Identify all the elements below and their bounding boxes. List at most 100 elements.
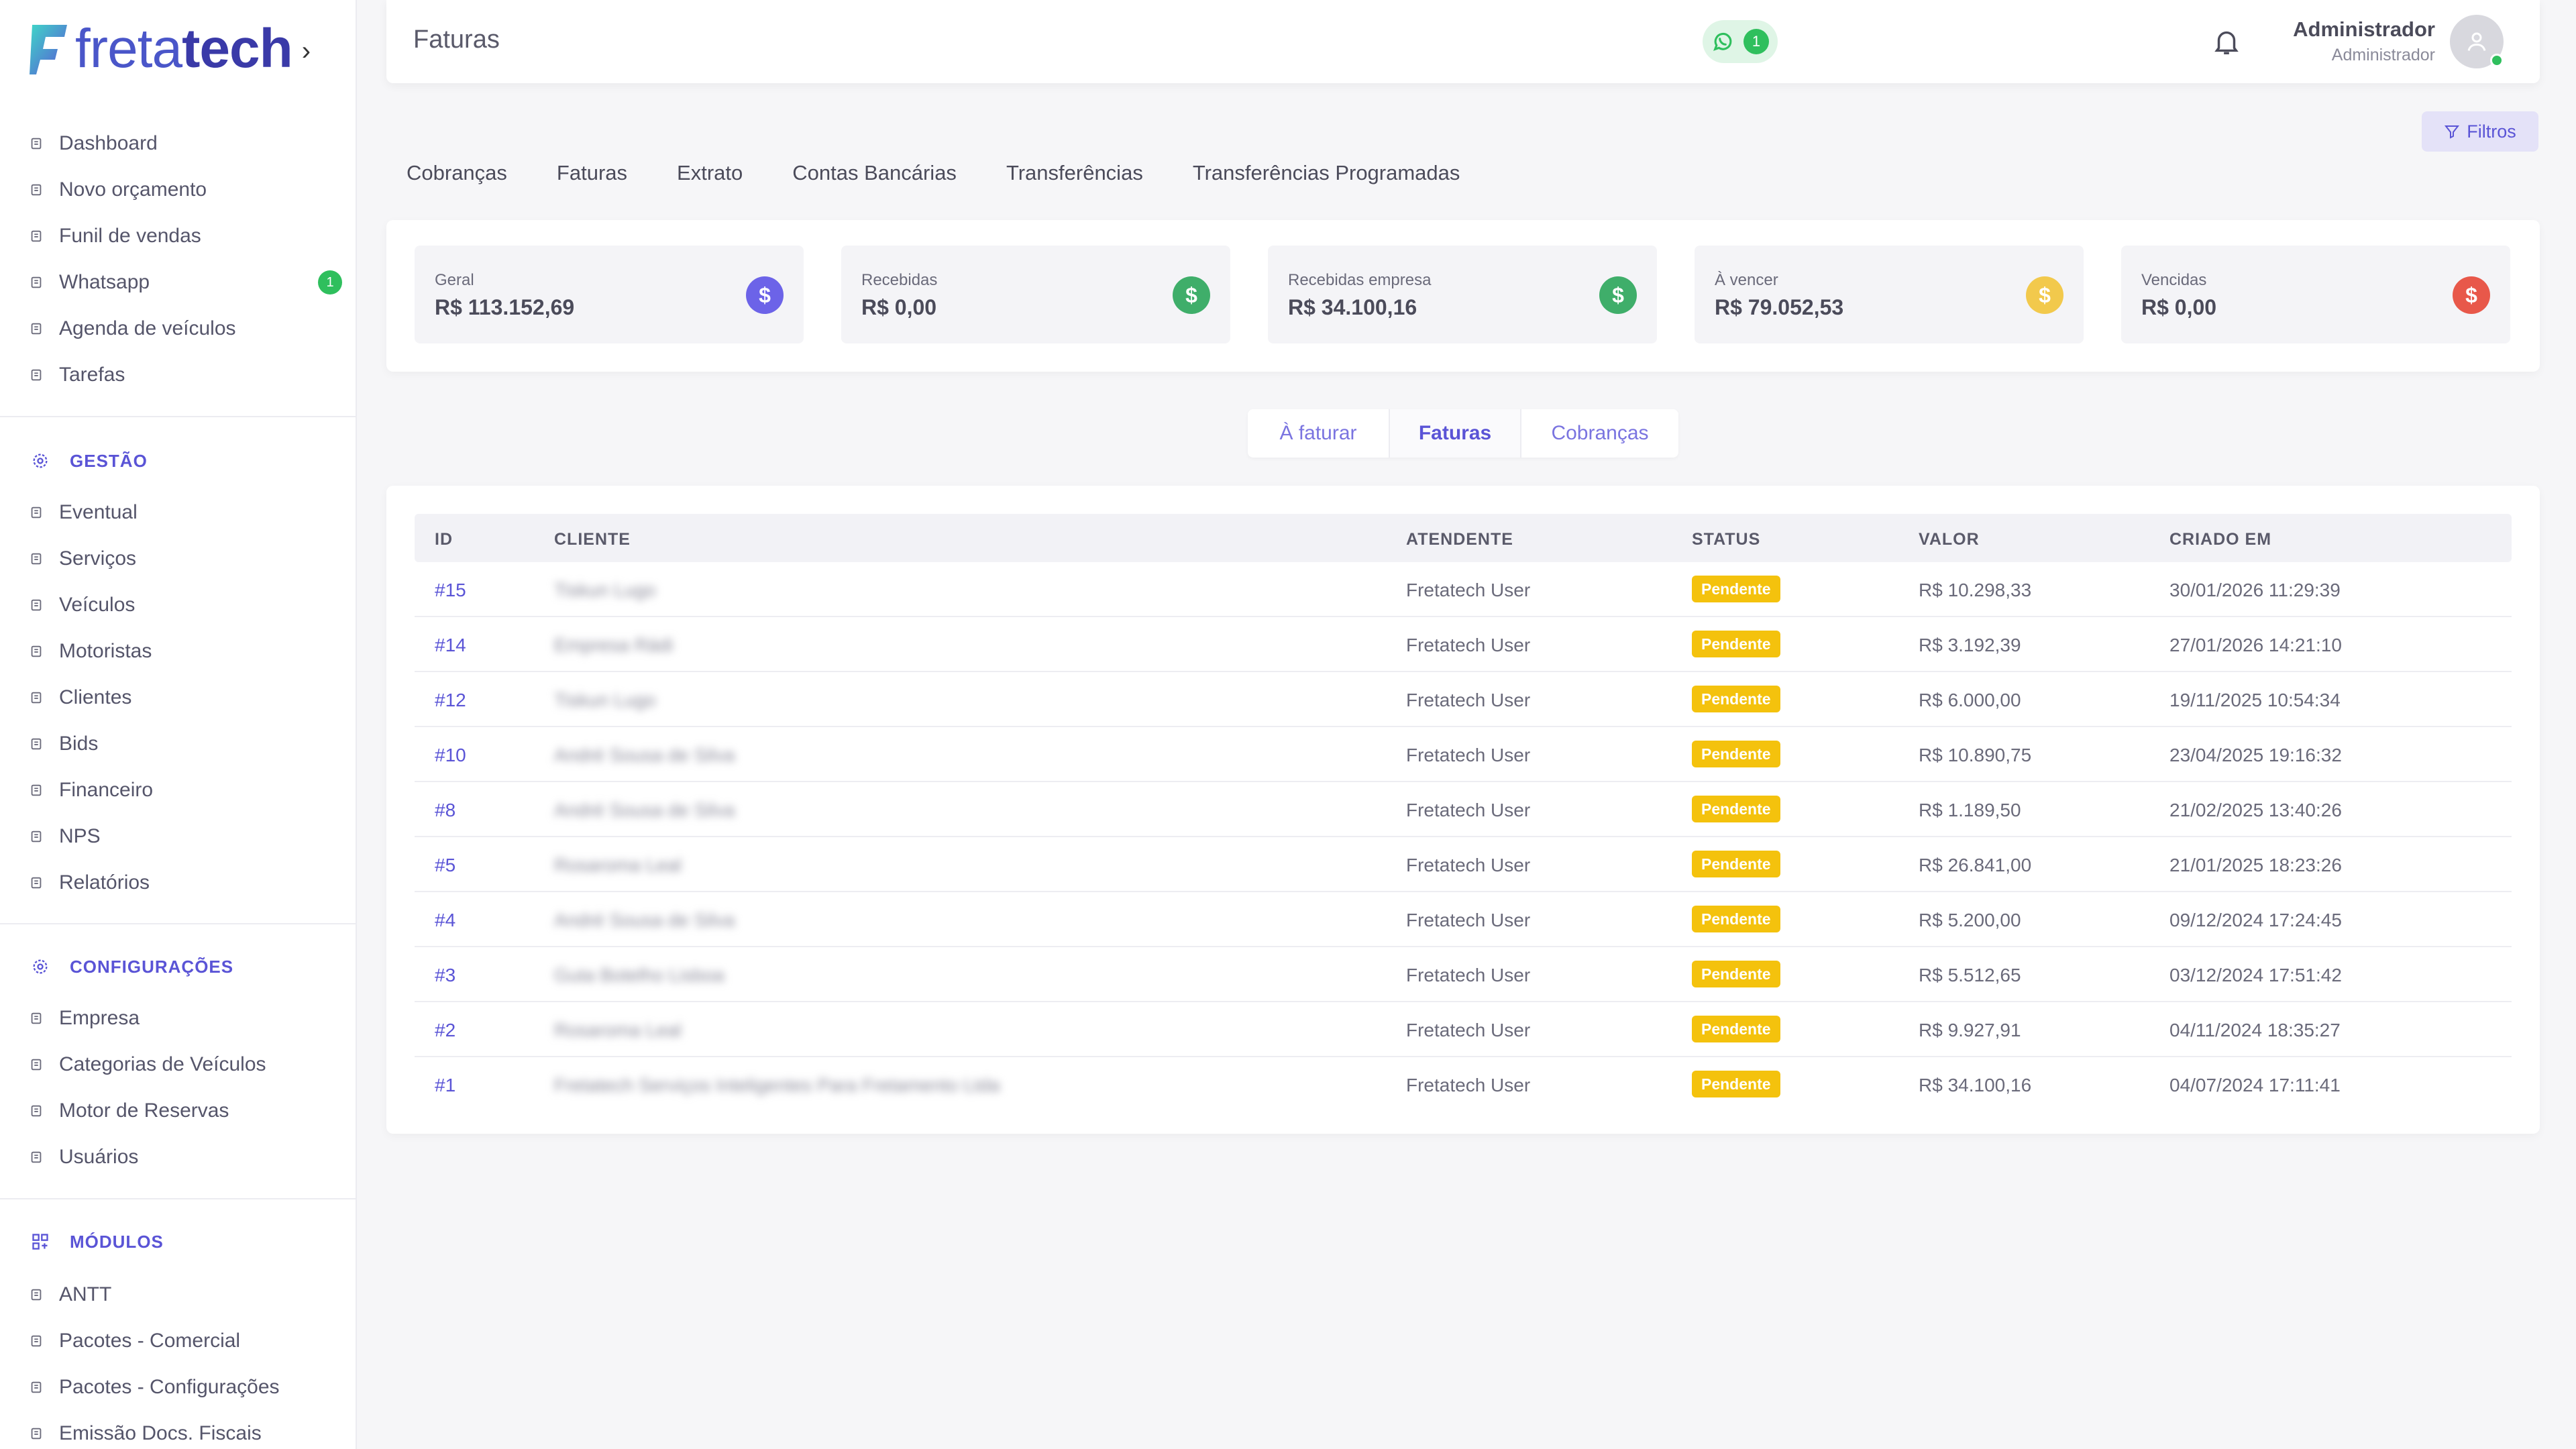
segment--faturar[interactable]: À faturar — [1248, 409, 1390, 458]
top-bar: Faturas 1 Administrador Administrador — [386, 0, 2540, 83]
invoice-value: R$ 10.298,33 — [1919, 580, 2032, 600]
column-header-cliente[interactable]: CLIENTE — [554, 530, 631, 549]
triangle-icon — [27, 1285, 46, 1304]
bell-icon[interactable] — [2211, 25, 2242, 58]
sidebar-item-antt[interactable]: ANTT — [27, 1276, 342, 1313]
sidebar-item-financeiro[interactable]: Financeiro — [27, 771, 342, 809]
user-menu[interactable]: Administrador Administrador — [2293, 17, 2435, 65]
invoice-id-link[interactable]: #1 — [435, 1075, 455, 1096]
sidebar-item-label: Relatórios — [59, 871, 150, 894]
invoice-value: R$ 5.200,00 — [1919, 910, 2021, 930]
created-at: 04/07/2024 17:11:41 — [2169, 1075, 2341, 1095]
invoice-id-link[interactable]: #8 — [435, 800, 455, 821]
segment-faturas[interactable]: Faturas — [1390, 409, 1521, 458]
tab-contas-banc-rias[interactable]: Contas Bancárias — [792, 161, 957, 185]
invoice-id-link[interactable]: #10 — [435, 745, 466, 766]
user-icon — [2467, 32, 2486, 51]
status-badge: Pendente — [1692, 1071, 1780, 1097]
dollar-icon: $ — [1599, 276, 1637, 314]
sidebar-item-empresa[interactable]: Empresa — [27, 1000, 342, 1037]
sidebar-item-agenda-de-ve-culos[interactable]: Agenda de veículos — [27, 310, 342, 347]
status-badge: Pendente — [1692, 686, 1780, 712]
sidebar-item-tarefas[interactable]: Tarefas — [27, 356, 342, 394]
column-header-criado-em[interactable]: CRIADO EM — [2169, 530, 2271, 549]
finance-tabs: Cobranças Faturas Extrato Contas Bancárias T… — [407, 161, 1509, 185]
sidebar-item-pacotes-configura-es[interactable]: Pacotes - Configurações — [27, 1368, 342, 1406]
sidebar-divider — [0, 923, 357, 924]
sidebar-item-servi-os[interactable]: Serviços — [27, 540, 342, 578]
sidebar-item-label: Serviços — [59, 547, 137, 570]
table-row[interactable]: #3 Guta Botelho Lisboa Fretatech User Pende… — [415, 947, 2512, 1002]
column-header-atendente[interactable]: ATENDENTE — [1406, 530, 1513, 549]
sidebar-item-novo-or-amento[interactable]: Novo orçamento — [27, 171, 342, 209]
sidebar-item-label: Clientes — [59, 686, 132, 708]
sidebar-item-ve-culos[interactable]: Veículos — [27, 586, 342, 624]
tab-cobran-as[interactable]: Cobranças — [407, 161, 507, 185]
filter-icon — [2445, 125, 2460, 139]
table-row[interactable]: #12 Tiskun Lugo Fretatech User Pendente R$ 6… — [415, 672, 2512, 727]
whatsapp-notifications-button[interactable]: 1 — [1703, 20, 1778, 63]
table-row[interactable]: #1 Fretatech Serviços Inteligentes Para F… — [415, 1057, 2512, 1112]
sidebar-item-whatsapp[interactable]: Whatsapp 1 — [27, 264, 342, 301]
sidebar-divider — [0, 416, 357, 417]
sidebar-item-nps[interactable]: NPS — [27, 818, 342, 855]
created-at: 04/11/2024 18:35:27 — [2169, 1020, 2341, 1040]
invoice-id-link[interactable]: #3 — [435, 965, 455, 986]
sidebar-item-motoristas[interactable]: Motoristas — [27, 633, 342, 670]
sidebar-item-label: Funil de vendas — [59, 225, 201, 247]
package-icon — [27, 1332, 46, 1350]
sidebar-item-label: Dashboard — [59, 132, 158, 154]
column-header-id[interactable]: ID — [435, 530, 453, 549]
sidebar-item-clientes[interactable]: Clientes — [27, 679, 342, 716]
table-row[interactable]: #10 André Sousa de Silva Fretatech User Pen… — [415, 727, 2512, 782]
tab-faturas[interactable]: Faturas — [557, 161, 627, 185]
sidebar-item-pacotes-comercial[interactable]: Pacotes - Comercial — [27, 1322, 342, 1360]
tab-extrato[interactable]: Extrato — [677, 161, 743, 185]
avatar[interactable] — [2450, 15, 2504, 68]
section-gestao: GESTÃO — [30, 444, 148, 478]
sidebar-item-label: Financeiro — [59, 779, 154, 801]
tab-transfer-ncias[interactable]: Transferências — [1006, 161, 1143, 185]
sidebar-item-emiss-o-docs-fiscais[interactable]: Emissão Docs. Fiscais — [27, 1415, 342, 1449]
sidebar-item-dashboard[interactable]: Dashboard — [27, 125, 342, 162]
sidebar-item-funil-de-vendas[interactable]: Funil de vendas — [27, 217, 342, 255]
table-row[interactable]: #14 Empresa Rádi Fretatech User Pendente R$ … — [415, 617, 2512, 672]
table-row[interactable]: #5 Rosaroma Leal Fretatech User Pendente R$ … — [415, 837, 2512, 892]
dollar-icon: $ — [2453, 276, 2490, 314]
sidebar-item-categorias-de-ve-culos[interactable]: Categorias de Veículos — [27, 1046, 342, 1083]
chevron-right-icon[interactable]: › — [302, 36, 311, 66]
sidebar-item-label: Pacotes - Comercial — [59, 1330, 241, 1352]
invoice-value: R$ 34.100,16 — [1919, 1075, 2032, 1095]
dollar-icon: $ — [1173, 276, 1210, 314]
home-icon — [27, 134, 46, 153]
invoice-id-link[interactable]: #2 — [435, 1020, 455, 1041]
brand-logo[interactable]: fretatech › — [28, 19, 311, 79]
invoice-id-link[interactable]: #4 — [435, 910, 455, 931]
sidebar-item-bids[interactable]: Bids — [27, 725, 342, 763]
sidebar-item-usu-rios[interactable]: Usuários — [27, 1138, 342, 1176]
segment-cobran-as[interactable]: Cobranças — [1521, 409, 1678, 458]
table-icon — [27, 1102, 46, 1120]
table-row[interactable]: #8 André Sousa de Silva Fretatech User Pend… — [415, 782, 2512, 837]
invoice-id-link[interactable]: #15 — [435, 580, 466, 601]
client-name: Guta Botelho Lisboa — [554, 965, 724, 985]
column-header-status[interactable]: STATUS — [1692, 530, 1760, 549]
table-row[interactable]: #15 Tiskun Lugo Fretatech User Pendente R$ 1… — [415, 562, 2512, 617]
sidebar-item-relat-rios[interactable]: Relatórios — [27, 864, 342, 902]
sidebar-item-label: Novo orçamento — [59, 178, 207, 201]
invoice-id-link[interactable]: #14 — [435, 635, 466, 656]
section-configuracoes: CONFIGURAÇÕES — [30, 950, 233, 983]
invoice-id-link[interactable]: #5 — [435, 855, 455, 876]
summary-card-label: À vencer — [1715, 271, 1778, 289]
receipt-icon — [27, 1424, 46, 1443]
tab-transfer-ncias-programadas[interactable]: Transferências Programadas — [1193, 161, 1460, 185]
table-row[interactable]: #2 Rosaroma Leal Fretatech User Pendente R$ … — [415, 1002, 2512, 1057]
sidebar-item-eventual[interactable]: Eventual — [27, 494, 342, 531]
sidebar-item-motor-de-reservas[interactable]: Motor de Reservas — [27, 1092, 342, 1130]
column-header-valor[interactable]: VALOR — [1919, 530, 1980, 549]
table-row[interactable]: #4 André Sousa de Silva Fretatech User Pend… — [415, 892, 2512, 947]
user-icon — [27, 1148, 46, 1167]
invoice-id-link[interactable]: #12 — [435, 690, 466, 711]
sidebar-item-label: Veículos — [59, 594, 136, 616]
filters-button[interactable]: Filtros — [2422, 111, 2538, 152]
